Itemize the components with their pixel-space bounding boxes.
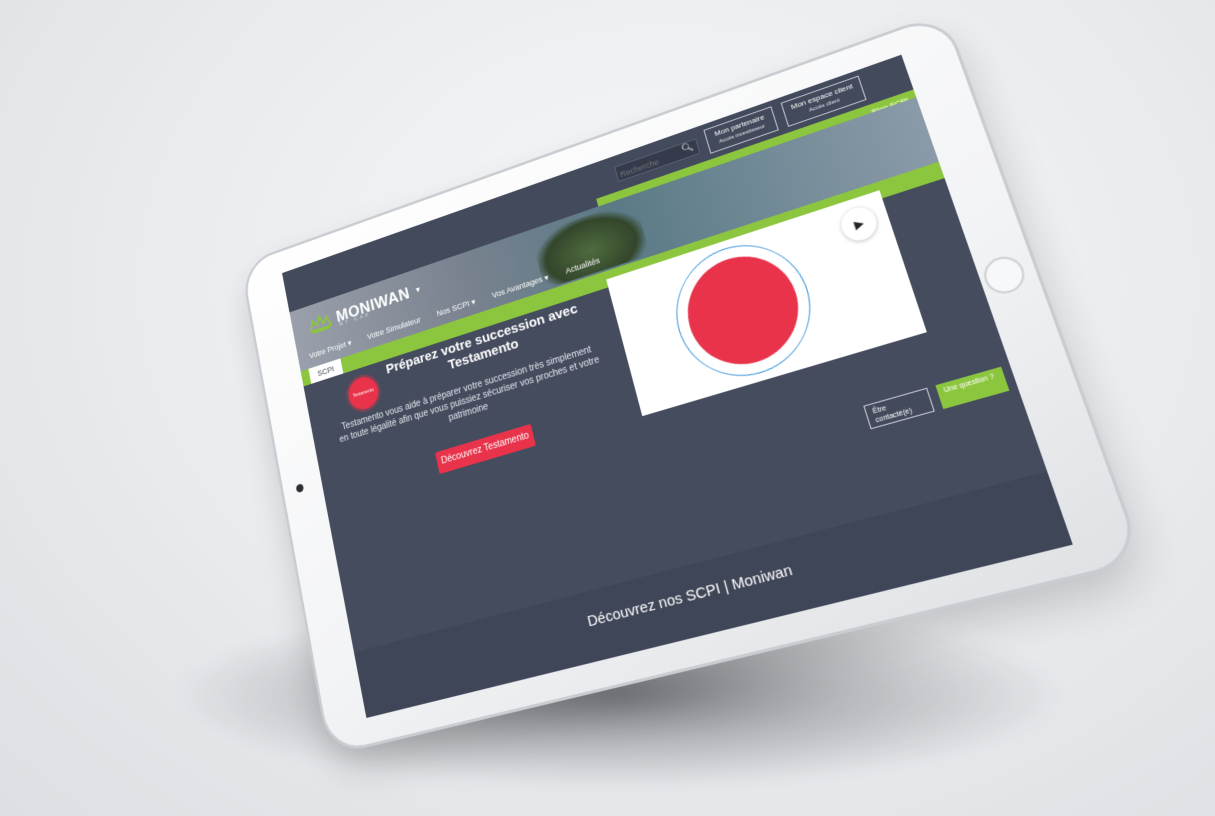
search-icon[interactable]: 🔍︎ xyxy=(680,142,694,155)
tablet-device: 🔍︎ Mon partenaire Accès investisseur Mon… xyxy=(243,15,1141,753)
play-icon[interactable]: ▶ xyxy=(837,203,881,245)
crown-logo-icon xyxy=(307,310,334,336)
device-scene: 🔍︎ Mon partenaire Accès investisseur Mon… xyxy=(0,0,1215,816)
